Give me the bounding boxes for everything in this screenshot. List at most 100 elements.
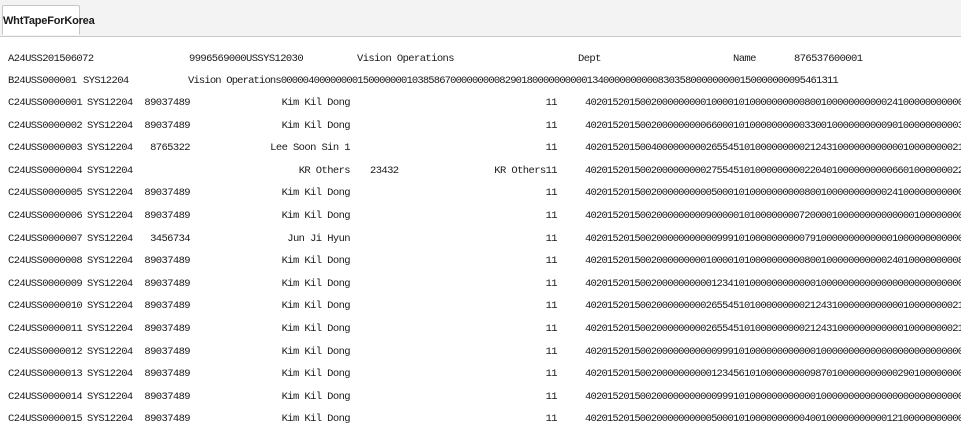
row-sys-code: SYS12204 [87,187,133,200]
row-code: 4020152015002000000000050001010000000000… [585,413,961,426]
row-sys-code: SYS12204 [87,368,133,381]
row-count: 11 [545,232,558,245]
row-name: Kim Kil Dong [281,277,351,290]
row-code: 4020152015002000000000050001010000000000… [585,187,961,200]
row-sys-code: SYS12204 [87,255,133,268]
table-row: C24USS0000014 SYS12204 89037489 Kim Kil Don… [0,386,961,408]
row-number: 3456734 [150,232,191,245]
row-count: 11 [545,210,558,222]
row-code: 4020152015002000000000265545101000000000… [585,300,961,313]
row-number: 89037489 [144,390,190,403]
row-number: 89037489 [144,323,190,335]
row-number: 89037489 [144,413,190,426]
table-row: C24USS0000003 SYS12204 8765322 Lee Soon Sin… [0,137,961,159]
table-row: C24USS0000001 SYS12204 89037489 Kim Kil Don… [0,92,961,114]
row-name: Kim Kil Dong [281,119,351,132]
row-number: 89037489 [144,97,190,109]
row-count-inline: 11 [545,164,558,177]
table-row: C24USS0000015 SYS12204 89037489 Kim Kil Don… [0,408,961,430]
header-row: A24USS201506072 9996569000USSYS12030 Vis… [0,48,961,70]
row-sys-code: SYS12204 [87,142,133,155]
row-id: C24USS0000001 [8,97,83,109]
row-id: C24USS0000005 [8,187,83,200]
row-count: 11 [545,345,558,358]
header-record: A24USS201506072 [8,53,94,65]
row-id: C24USS0000006 [8,210,83,222]
table-row: C24USS0000007 SYS12204 3456734 Jun Ji Hyun 1… [0,228,961,250]
row-code: 4020152015002000000000009991010000000000… [585,232,961,245]
row-name: Kim Kil Dong [281,368,351,381]
row-count: 11 [545,187,558,200]
row-count: 11 [545,323,558,335]
row-name: Kim Kil Dong [281,187,351,200]
batch-id: B24USS000001 [8,75,77,87]
batch-row: B24USS000001 SYS12204 Vision Operations0… [0,70,961,92]
table-row: C24USS0000013 SYS12204 89037489 Kim Kil Don… [0,363,961,385]
row-code: 4020152015002000000000900000101000000007… [585,210,961,222]
row-sys-code: SYS12204 [87,300,133,313]
table-row: C24USS0000008 SYS12204 89037489 Kim Kil Don… [0,250,961,272]
row-code: 4020152015002000000000012345610100000000… [585,368,961,381]
row-name: Kim Kil Dong [281,300,351,313]
row-count: 11 [545,142,558,155]
row-name: Kim Kil Dong [281,413,351,426]
header-field: 9996569000USSYS12030 [189,53,304,65]
row-id: C24USS0000009 [8,277,83,290]
row-id: C24USS0000011 [8,323,83,335]
row-count: 11 [545,97,558,109]
row-code: 4020152015002000000000012341010000000000… [585,277,961,290]
row-code: 4020152015002000000000009991010000000000… [585,345,961,358]
row-code: 4020152015002000000000275545101000000000… [585,164,961,177]
tab-whttapeforkorea[interactable]: WhtTapeForKorea [2,5,95,35]
row-code: 4020152015002000000000265545101000000000… [585,323,961,335]
header-org: Vision Operations [357,53,455,65]
row-sys-code: SYS12204 [87,390,133,403]
row-id: C24USS0000004 [8,164,83,177]
header-name-value: 876537600001 [794,53,863,65]
row-id: C24USS0000014 [8,390,83,403]
row-id: C24USS0000003 [8,142,83,155]
row-code: 4020152015004000000000265545101000000000… [585,142,961,155]
row-number: 89037489 [144,255,190,268]
row-count: 11 [545,413,558,426]
row-sys-code: SYS12204 [87,210,133,222]
row-sys-code: SYS12204 [87,232,133,245]
row-id: C24USS0000015 [8,413,83,426]
row-amount: 23432 [370,164,399,177]
row-count: 11 [545,277,558,290]
row-sys-code: SYS12204 [87,164,133,177]
row-id: C24USS0000008 [8,255,83,268]
row-name: Kim Kil Dong [281,390,351,403]
table-row: C24USS0000010 SYS12204 89037489 Kim Kil Don… [0,295,961,317]
row-name: Kim Kil Dong [281,97,351,109]
row-name: Lee Soon Sin 1 [270,142,350,155]
row-name: Kim Kil Dong [281,345,351,358]
header-name-label: Name [733,53,756,65]
row-sys-code: SYS12204 [87,119,133,132]
row-code: 4020152015002000000000660001010000000000… [585,119,961,132]
batch-sys: SYS12204 [83,75,129,87]
row-name: Kim Kil Dong [281,255,351,268]
row-name: Kim Kil Dong [281,210,351,222]
row-count: 11 [545,255,558,268]
table-row: C24USS0000005 SYS12204 89037489 Kim Kil Don… [0,182,961,204]
row-other-label: KR Others11 [494,160,557,182]
table-row: C24USS0000004 SYS12204 KR Others 23432 KR Ot… [0,160,961,182]
table-row: C24USS0000006 SYS12204 89037489 Kim Kil Don… [0,205,961,227]
row-id: C24USS0000010 [8,300,83,313]
row-number: 8765322 [150,142,191,155]
row-id: C24USS0000012 [8,345,83,358]
row-id: C24USS0000002 [8,119,83,132]
tab-bar: WhtTapeForKorea [0,0,961,37]
table-row: C24USS0000012 SYS12204 89037489 Kim Kil Don… [0,341,961,363]
row-sys-code: SYS12204 [87,345,133,358]
row-count: 11 [545,300,558,313]
row-sys-code: SYS12204 [87,413,133,426]
row-number: 89037489 [144,345,190,358]
row-number: 89037489 [144,210,190,222]
row-count: 11 [545,390,558,403]
row-id: C24USS0000013 [8,368,83,381]
row-count: 11 [545,119,558,132]
row-id: C24USS0000007 [8,232,83,245]
row-name: Kim Kil Dong [281,323,351,335]
